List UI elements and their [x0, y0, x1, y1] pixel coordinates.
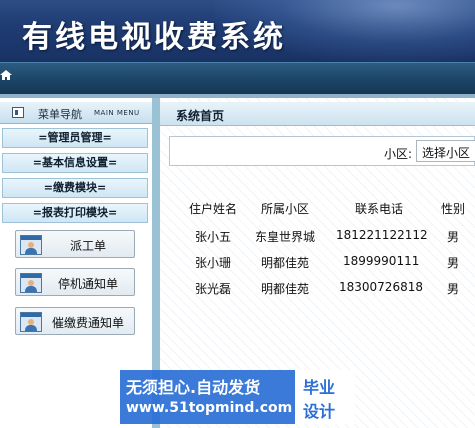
table-cell-phone: 18300726818: [339, 280, 423, 294]
table-cell-name: 张小珊: [195, 256, 232, 270]
table-cell-gender: 男: [447, 256, 460, 270]
menu-icon: [12, 107, 24, 118]
menu-basic-info[interactable]: =基本信息设置=: [2, 153, 148, 173]
column-header-name: 住户姓名: [189, 202, 238, 216]
user-icon: [20, 273, 42, 293]
header-banner: 有线电视收费系统: [0, 0, 475, 62]
watermark-brand-bottom: 设计: [303, 402, 336, 421]
menu-payment[interactable]: =缴费模块=: [2, 178, 148, 198]
table-cell-phone: 1899990111: [343, 254, 420, 268]
watermark-url: www.51topmind.com: [126, 400, 293, 416]
table-cell-name: 张光磊: [195, 282, 232, 296]
menu-report-print[interactable]: =报表打印模块=: [2, 203, 148, 223]
main-header: 系统首页: [160, 102, 475, 126]
work-order-label: 派工单: [69, 239, 106, 253]
watermark-brand-top: 毕业: [303, 378, 336, 397]
menu-admin[interactable]: =管理员管理=: [2, 128, 148, 148]
community-select[interactable]: 选择小区: [416, 140, 475, 162]
table-cell-name: 张小五: [195, 230, 232, 244]
table-cell-community: 东皇世界城: [255, 230, 316, 244]
user-icon: [20, 235, 42, 255]
table-cell-gender: 男: [447, 282, 460, 296]
table-cell-community: 明都佳苑: [261, 256, 310, 270]
app-title: 有线电视收费系统: [22, 20, 286, 55]
table-cell-community: 明都佳苑: [261, 282, 310, 296]
sidebar-header: 菜单导航 MAIN MENU: [0, 102, 152, 124]
payment-reminder-label: 催缴费通知单: [51, 316, 124, 330]
column-header-community: 所属小区: [261, 202, 310, 216]
top-nav-bar: [0, 62, 475, 94]
table-cell-gender: 男: [447, 230, 460, 244]
sidebar-subtitle: MAIN MENU: [94, 109, 140, 117]
watermark-slogan: 无须担心.自动发货: [126, 378, 261, 397]
suspension-notice-button[interactable]: 停机通知单: [15, 268, 135, 296]
watermark-overlay: 无须担心.自动发货 www.51topmind.com 毕业 设计: [120, 370, 355, 424]
column-header-phone: 联系电话: [355, 202, 404, 216]
home-icon[interactable]: [0, 69, 12, 81]
table-cell-phone: 181221122112: [336, 228, 428, 242]
page-title: 系统首页: [176, 109, 225, 123]
work-order-button[interactable]: 派工单: [15, 230, 135, 258]
suspension-notice-label: 停机通知单: [57, 277, 118, 291]
filter-bar: 小区: 选择小区: [169, 136, 475, 166]
column-header-gender: 性别: [441, 202, 466, 216]
user-icon: [20, 312, 42, 332]
sidebar-title: 菜单导航: [38, 108, 82, 121]
community-filter-label: 小区:: [384, 147, 413, 161]
payment-reminder-button[interactable]: 催缴费通知单: [15, 307, 135, 335]
